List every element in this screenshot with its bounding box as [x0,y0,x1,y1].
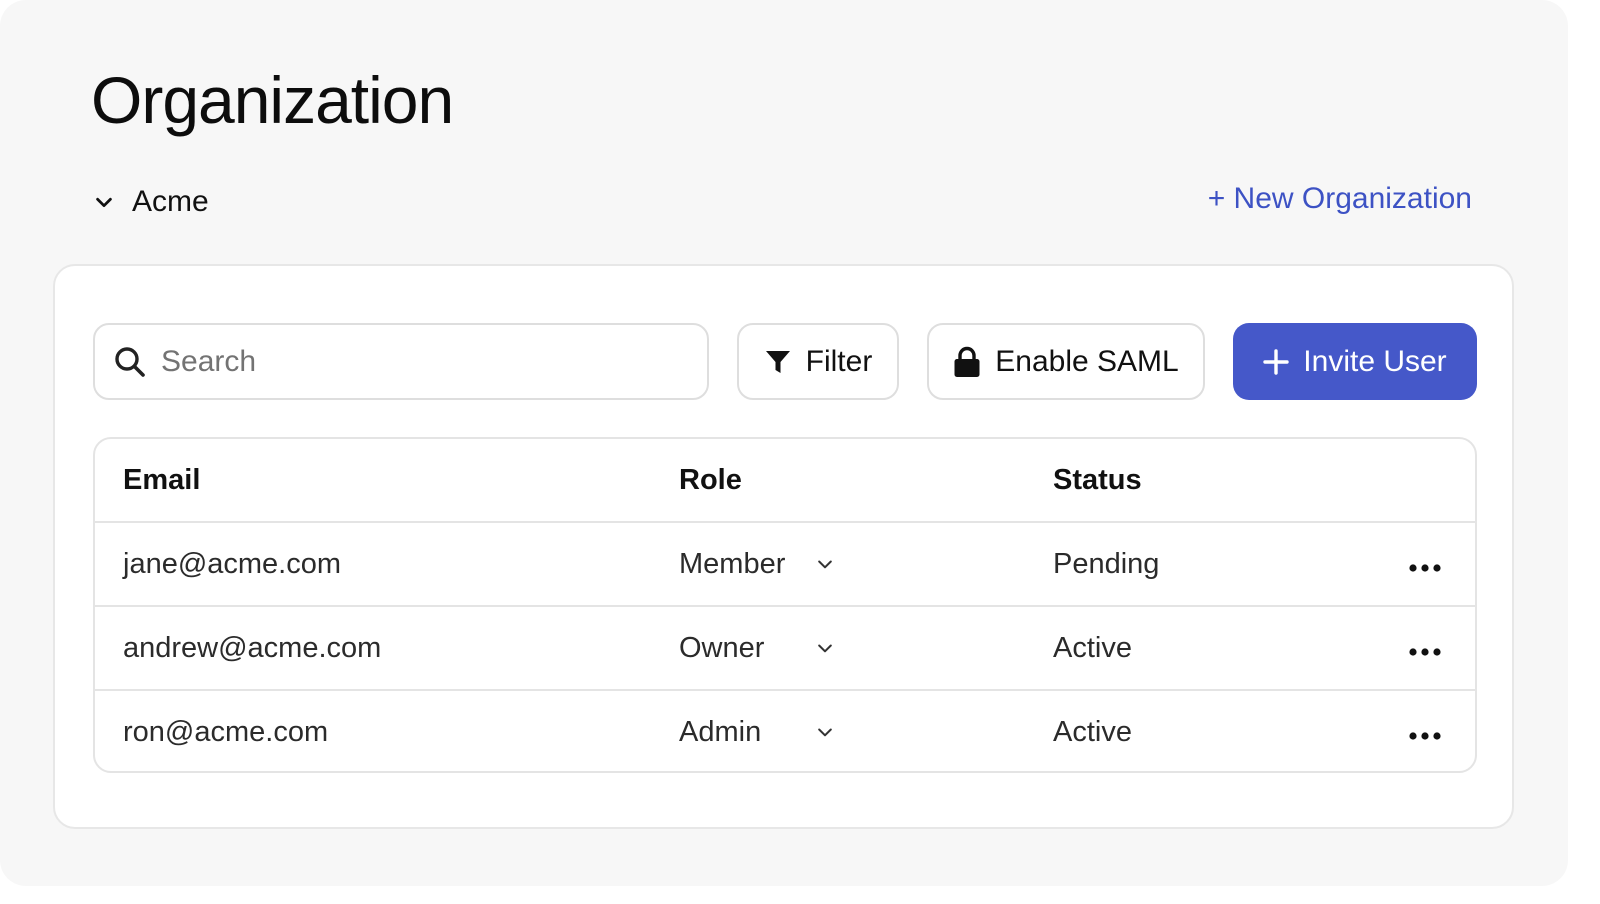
filter-button-label: Filter [805,344,873,378]
more-horizontal-icon [1408,548,1442,581]
chevron-down-icon [813,552,837,576]
invite-user-button[interactable]: Invite User [1233,323,1477,400]
members-card: Filter Enable SAML Invite User Email Rol… [53,264,1514,829]
plus-icon [1263,348,1289,375]
status-text: Pending [1053,547,1160,580]
lock-icon [953,346,981,378]
filter-icon [764,348,792,376]
chevron-down-icon [813,636,837,660]
row-actions-button[interactable] [1400,691,1450,771]
row-actions-button[interactable] [1400,607,1450,689]
status-text: Active [1053,715,1132,748]
enable-saml-button[interactable]: Enable SAML [927,323,1205,400]
search-icon [113,345,147,379]
role-select[interactable]: Admin [679,691,849,771]
member-email: jane@acme.com [123,547,342,580]
invite-user-button-label: Invite User [1303,344,1447,378]
chevron-down-icon [813,720,837,744]
chevron-down-icon [92,190,116,214]
more-horizontal-icon [1408,632,1442,665]
member-email: andrew@acme.com [123,631,382,664]
page-title: Organization [91,63,454,137]
more-horizontal-icon [1408,716,1442,749]
search-box[interactable] [93,323,709,400]
toolbar: Filter Enable SAML Invite User [93,323,1477,400]
members-table: Email Role Status jane@acme.com Member P… [93,437,1477,773]
column-header-role[interactable]: Role [679,439,849,521]
table-header-row: Email Role Status [95,439,1475,523]
role-select[interactable]: Owner [679,607,849,689]
filter-button[interactable]: Filter [737,323,899,400]
role-value: Member [679,547,786,580]
column-header-status[interactable]: Status [1053,439,1142,521]
role-select[interactable]: Member [679,523,849,605]
table-row: jane@acme.com Member Pending [95,523,1475,607]
search-input[interactable] [161,331,707,392]
role-value: Admin [679,715,762,748]
organization-selector[interactable]: Acme [92,184,209,220]
enable-saml-button-label: Enable SAML [995,344,1179,378]
table-row: andrew@acme.com Owner Active [95,607,1475,691]
table-row: ron@acme.com Admin Active [95,691,1475,771]
new-organization-link[interactable]: + New Organization [1208,182,1472,216]
member-email: ron@acme.com [123,715,329,748]
status-text: Active [1053,631,1132,664]
column-header-email[interactable]: Email [123,439,200,521]
role-value: Owner [679,631,765,664]
organization-name: Acme [132,185,209,218]
row-actions-button[interactable] [1400,523,1450,605]
app-frame: Organization Acme + New Organization Fil… [0,0,1568,886]
